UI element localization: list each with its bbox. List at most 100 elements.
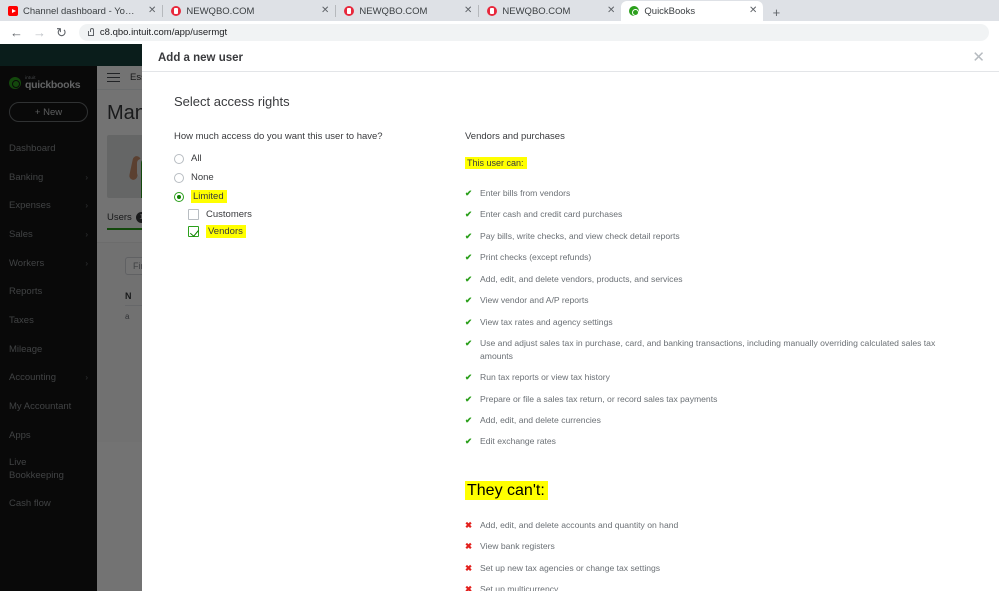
- allowed-permissions-list: ✔Enter bills from vendors ✔Enter cash an…: [465, 187, 999, 448]
- radio-label: All: [191, 153, 202, 164]
- check-icon: ✔: [465, 371, 473, 383]
- close-icon[interactable]: ✕: [972, 50, 985, 65]
- quickbooks-logo-icon: [9, 77, 21, 89]
- list-item: ✔Pay bills, write checks, and view check…: [465, 230, 999, 242]
- permission-text: Add, edit, and delete accounts and quant…: [480, 519, 678, 531]
- add-user-modal: Add a new user ✕ Select access rights Ho…: [142, 44, 999, 591]
- permission-text: Run tax reports or view tax history: [480, 371, 610, 383]
- sidebar-item-sales[interactable]: Sales›: [0, 220, 97, 249]
- cross-icon: ✖: [465, 519, 473, 531]
- section-title: Select access rights: [142, 94, 999, 109]
- qb-sidebar: intuit quickbooks + New Dashboard Bankin…: [0, 66, 97, 591]
- checkbox-option-vendors[interactable]: Vendors: [188, 223, 452, 240]
- sidebar-item-accounting[interactable]: Accounting›: [0, 364, 97, 393]
- browser-tab[interactable]: NEWQBO.COM ✕: [163, 1, 335, 21]
- list-item: ✔ Enter cash and credit card purchases: [465, 208, 999, 220]
- list-item: ✔Prepare or file a sales tax return, or …: [465, 393, 999, 405]
- checkbox-label: Vendors: [206, 225, 246, 238]
- permission-text: Enter cash and credit card purchases: [480, 208, 622, 220]
- list-item: ✔ Edit exchange rates: [465, 435, 999, 447]
- list-item: ✔Add, edit, and delete currencies: [465, 414, 999, 426]
- new-button[interactable]: + New: [9, 102, 88, 122]
- quickbooks-wordmark: quickbooks: [25, 80, 80, 91]
- sidebar-item-label: Mileage: [9, 344, 42, 355]
- sidebar-item-label: My Accountant: [9, 401, 71, 412]
- browser-tab[interactable]: NEWQBO.COM ✕: [336, 1, 478, 21]
- check-icon: ✔: [465, 273, 473, 285]
- radio-option-all[interactable]: All: [174, 149, 452, 168]
- back-icon[interactable]: ←: [10, 26, 23, 39]
- tab-title: NEWQBO.COM: [502, 6, 570, 17]
- permission-text: Set up multicurrency: [480, 583, 558, 591]
- tab-close-icon[interactable]: ✕: [140, 6, 156, 16]
- sidebar-item-apps[interactable]: Apps: [0, 421, 97, 450]
- access-question-label: How much access do you want this user to…: [174, 131, 452, 142]
- modal-header: Add a new user ✕: [142, 44, 999, 72]
- modal-body: Select access rights How much access do …: [142, 72, 999, 591]
- checkbox-icon-checked[interactable]: [188, 226, 199, 237]
- radio-option-none[interactable]: None: [174, 168, 452, 187]
- sidebar-item-my-accountant[interactable]: My Accountant: [0, 392, 97, 421]
- tab-title: Channel dashboard - YouTube St: [23, 6, 135, 17]
- hamburger-menu-icon[interactable]: [107, 73, 120, 83]
- list-item: ✖View bank registers: [465, 540, 999, 552]
- sidebar-item-label: Sales: [9, 229, 33, 240]
- sidebar-item-label: Expenses: [9, 200, 51, 211]
- list-item: ✔View vendor and A/P reports: [465, 294, 999, 306]
- browser-tab-strip: Channel dashboard - YouTube St ✕ NEWQBO.…: [0, 0, 999, 21]
- qbo-icon: [487, 6, 497, 16]
- sidebar-item-dashboard[interactable]: Dashboard: [0, 134, 97, 163]
- new-tab-button[interactable]: +: [767, 3, 785, 21]
- permission-text: Add, edit, and delete currencies: [480, 414, 601, 426]
- check-icon: ✔: [465, 337, 473, 362]
- tab-close-icon[interactable]: ✕: [313, 6, 329, 16]
- checkbox-icon[interactable]: [188, 209, 199, 220]
- permissions-summary: Vendors and purchases This user can: ✔En…: [452, 131, 999, 591]
- tab-title: NEWQBO.COM: [186, 6, 254, 17]
- chevron-right-icon: ›: [85, 201, 88, 210]
- tab-close-icon[interactable]: ✕: [599, 6, 615, 16]
- sidebar-item-workers[interactable]: Workers›: [0, 249, 97, 278]
- check-icon: ✔: [465, 208, 473, 220]
- tab-close-icon[interactable]: ✕: [741, 6, 757, 16]
- sidebar-item-mileage[interactable]: Mileage: [0, 335, 97, 364]
- sidebar-item-banking[interactable]: Banking›: [0, 163, 97, 192]
- address-bar[interactable]: c8.qbo.intuit.com/app/usermgt: [79, 24, 989, 41]
- sidebar-item-label: Workers: [9, 258, 44, 269]
- tab-close-icon[interactable]: ✕: [456, 6, 472, 16]
- sidebar-item-reports[interactable]: Reports: [0, 277, 97, 306]
- chevron-right-icon: ›: [85, 373, 88, 382]
- forward-icon[interactable]: →: [33, 26, 46, 39]
- list-item: ✖Set up new tax agencies or change tax s…: [465, 562, 999, 574]
- browser-tab[interactable]: Channel dashboard - YouTube St ✕: [0, 1, 162, 21]
- check-icon: ✔: [465, 435, 473, 447]
- radio-icon[interactable]: [174, 173, 184, 183]
- sidebar-item-label: Banking: [9, 172, 43, 183]
- sidebar-item-cash-flow[interactable]: Cash flow: [0, 490, 97, 519]
- radio-icon[interactable]: [174, 154, 184, 164]
- browser-tab-active[interactable]: QuickBooks ✕: [621, 1, 763, 21]
- tab-users[interactable]: Users 1: [107, 212, 147, 230]
- list-item: ✔Use and adjust sales tax in purchase, c…: [465, 337, 999, 362]
- sidebar-item-label: Dashboard: [9, 143, 55, 154]
- cross-icon: ✖: [465, 540, 473, 552]
- sidebar-item-expenses[interactable]: Expenses ›: [0, 191, 97, 220]
- list-item: ✔View tax rates and agency settings: [465, 316, 999, 328]
- qb-nav: Dashboard Banking› Expenses› Sales› Work…: [0, 134, 97, 518]
- quickbooks-icon: [629, 6, 639, 16]
- cross-icon: ✖: [465, 562, 473, 574]
- lock-icon: [88, 31, 94, 36]
- radio-icon-selected[interactable]: [174, 192, 184, 202]
- list-item: ✔Add, edit, and delete vendors, products…: [465, 273, 999, 285]
- sidebar-item-taxes[interactable]: Taxes: [0, 306, 97, 335]
- browser-tab[interactable]: NEWQBO.COM ✕: [479, 1, 621, 21]
- radio-option-limited[interactable]: Limited: [174, 187, 452, 206]
- list-item: ✔Print checks (except refunds): [465, 251, 999, 263]
- permission-text: Edit exchange rates: [480, 435, 556, 447]
- sidebar-item-live-bookkeeping[interactable]: Live Bookkeeping: [0, 450, 97, 490]
- check-icon: ✔: [465, 251, 473, 263]
- reload-icon[interactable]: ↻: [56, 26, 67, 39]
- qbo-icon: [171, 6, 181, 16]
- checkbox-option-customers[interactable]: Customers: [188, 206, 452, 223]
- list-item: ✔ Run tax reports or view tax history: [465, 371, 999, 383]
